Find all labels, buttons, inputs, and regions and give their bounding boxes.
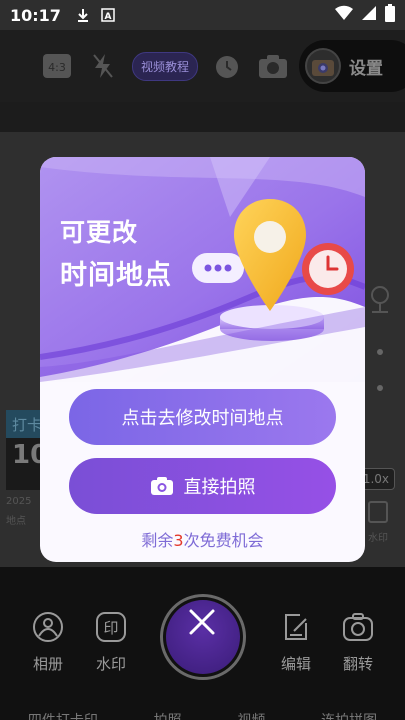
status-bar: 10:17 A <box>0 0 405 30</box>
mode-item[interactable]: 视频 <box>237 710 265 720</box>
svg-text:A: A <box>104 12 111 22</box>
edit-time-location-button[interactable]: 点击去修改时间地点 <box>69 389 336 445</box>
settings-button[interactable]: 设置 <box>299 40 405 92</box>
watermark-toggle-label: 水印 <box>368 533 388 544</box>
flip-camera-icon <box>340 609 376 645</box>
settings-camera-icon <box>305 48 341 84</box>
flip-camera-button[interactable]: 翻转 <box>340 609 376 674</box>
free-chances-text: 剩余3次免费机会 <box>40 527 365 551</box>
battery-icon <box>385 4 395 26</box>
camera-top-bar: 4:3 视频教程 设置 <box>0 30 405 102</box>
dialog-title-line1: 可更改 <box>60 218 139 247</box>
settings-label: 设置 <box>349 58 383 79</box>
mode-item[interactable]: 连拍拼图 <box>321 710 377 720</box>
a-badge-icon: A <box>101 8 115 22</box>
watermark-toggle-button[interactable]: 水印 <box>363 500 393 550</box>
camera-icon <box>150 476 174 496</box>
aspect-ratio-icon[interactable]: 4:3 <box>40 49 74 83</box>
camera-icon[interactable] <box>256 49 290 83</box>
watermark-button[interactable]: 印 水印 <box>93 609 129 674</box>
mode-item[interactable]: 拍照 <box>154 710 182 720</box>
take-photo-label: 直接拍照 <box>183 477 256 498</box>
svg-text:印: 印 <box>103 619 118 637</box>
right-toolbar <box>367 285 393 391</box>
album-icon <box>30 609 66 645</box>
wifi-icon <box>335 5 353 25</box>
svg-text:4:3: 4:3 <box>48 61 66 74</box>
download-icon <box>75 7 91 23</box>
camera-bottom-bar: 相册 印 水印 编辑 翻转 四件打卡印 拍照 视频 连拍拼图 <box>0 567 405 720</box>
dialog-title-line2: 时间地点 <box>60 260 172 291</box>
remain-prefix: 剩余 <box>141 531 174 550</box>
remain-suffix: 次免费机会 <box>183 531 264 550</box>
edit-button[interactable]: 编辑 <box>278 609 314 674</box>
watermark-label: 水印 <box>95 655 126 673</box>
close-icon[interactable] <box>187 607 217 637</box>
remain-count: 3 <box>173 531 184 550</box>
signal-icon <box>361 5 377 25</box>
location-pin-icon[interactable] <box>367 285 393 319</box>
mode-item[interactable]: 四件打卡印 <box>28 710 98 720</box>
album-label: 相册 <box>32 655 63 673</box>
edit-label: 编辑 <box>280 655 311 673</box>
video-tutorial-button[interactable]: 视频教程 <box>132 51 199 81</box>
timer-icon[interactable] <box>210 49 244 83</box>
flip-label: 翻转 <box>342 655 373 673</box>
menu-dot <box>377 385 383 391</box>
take-photo-button[interactable]: 直接拍照 <box>69 458 336 514</box>
menu-dot <box>377 349 383 355</box>
viewfinder-strip <box>0 102 405 132</box>
status-time: 10:17 <box>10 5 61 25</box>
watermark-icon: 印 <box>93 609 129 645</box>
edit-icon <box>278 609 314 645</box>
edit-time-location-label: 点击去修改时间地点 <box>121 408 284 429</box>
watermark-card-date: 2025 <box>6 496 32 507</box>
mode-selector: 四件打卡印 拍照 视频 连拍拼图 <box>0 710 405 720</box>
watermark-card-place: 地点 <box>6 516 26 527</box>
flash-off-icon[interactable] <box>86 49 120 83</box>
album-button[interactable]: 相册 <box>30 609 66 674</box>
promo-dialog: 可更改 时间地点 点击去修改时间地点 直接拍照 剩余3次免费机会 <box>40 157 365 562</box>
